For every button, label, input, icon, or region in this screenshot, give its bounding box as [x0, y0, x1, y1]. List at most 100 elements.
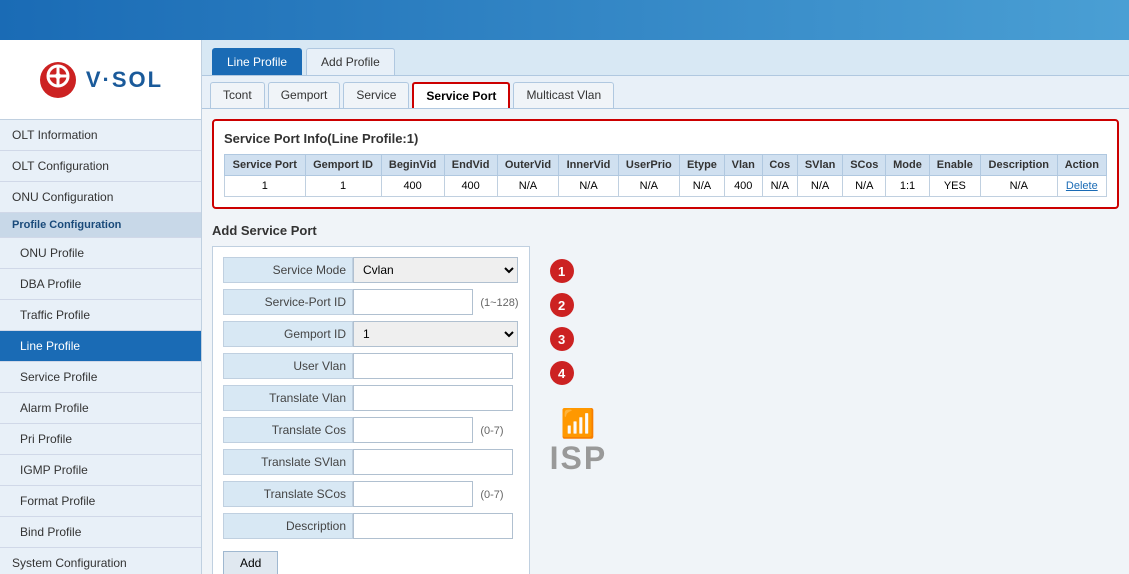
- form-row-description: Description N/A: [223, 513, 519, 539]
- sidebar-item-bind-profile[interactable]: Bind Profile: [0, 517, 201, 548]
- col-inner-vid: InnerVid: [559, 155, 618, 176]
- input-service-port-id: 2 (1~128): [353, 289, 519, 315]
- sub-tab-tcont[interactable]: Tcont: [210, 82, 265, 108]
- input-description: N/A: [353, 513, 519, 539]
- cell-scos: N/A: [843, 176, 886, 197]
- input-translate-svlan: N/A: [353, 449, 519, 475]
- sub-tab-service[interactable]: Service: [343, 82, 409, 108]
- cell-description: N/A: [980, 176, 1057, 197]
- label-service-port-id: Service-Port ID: [223, 289, 353, 315]
- cell-enable: YES: [929, 176, 980, 197]
- sidebar-item-line-profile[interactable]: Line Profile: [0, 331, 201, 362]
- cell-cos: N/A: [762, 176, 797, 197]
- input-translate-vlan: [353, 385, 519, 411]
- table-header-row: Service Port Gemport ID BeginVid EndVid …: [225, 155, 1107, 176]
- header: [0, 0, 1129, 40]
- sidebar-item-olt-config[interactable]: OLT Configuration: [0, 151, 201, 182]
- sidebar-item-alarm-profile[interactable]: Alarm Profile: [0, 393, 201, 424]
- col-cos: Cos: [762, 155, 797, 176]
- table-row: 1 1 400 400 N/A N/A N/A N/A 400 N/A N/A …: [225, 176, 1107, 197]
- translate-cos-input[interactable]: N/A: [353, 417, 473, 443]
- isp-graphic: 📶 ISP: [550, 407, 608, 477]
- step-3-badge: 3: [550, 327, 574, 351]
- step-2-badge: 2: [550, 293, 574, 317]
- translate-scos-input[interactable]: N/A: [353, 481, 473, 507]
- description-input[interactable]: N/A: [353, 513, 513, 539]
- sidebar-item-igmp-profile[interactable]: IGMP Profile: [0, 455, 201, 486]
- cell-action: Delete: [1057, 176, 1106, 197]
- tab-line-profile[interactable]: Line Profile: [212, 48, 302, 75]
- input-service-mode: Cvlan Svlan Transparent Tag: [353, 257, 519, 283]
- tab-add-profile[interactable]: Add Profile: [306, 48, 395, 75]
- sub-tab-service-port[interactable]: Service Port: [412, 82, 510, 108]
- content-area: Line Profile Add Profile Tcont Gemport S…: [202, 40, 1129, 574]
- logo-area: V·SOL: [0, 40, 201, 120]
- translate-vlan-input[interactable]: [353, 385, 513, 411]
- col-outer-vid: OuterVid: [497, 155, 559, 176]
- delete-link[interactable]: Delete: [1066, 180, 1098, 192]
- col-etype: Etype: [680, 155, 725, 176]
- col-gemport-id: Gemport ID: [305, 155, 381, 176]
- add-section-title: Add Service Port: [212, 223, 530, 238]
- gemport-id-select[interactable]: 1 2 3 4: [353, 321, 518, 347]
- col-begin-vid: BeginVid: [381, 155, 444, 176]
- sidebar-item-system-config[interactable]: System Configuration: [0, 548, 201, 574]
- service-port-id-hint: (1~128): [480, 297, 518, 309]
- sidebar-item-olt-info[interactable]: OLT Information: [0, 120, 201, 151]
- label-translate-vlan: Translate Vlan: [223, 385, 353, 411]
- sub-tab-gemport[interactable]: Gemport: [268, 82, 341, 108]
- label-translate-scos: Translate SCos: [223, 481, 353, 507]
- add-service-port-section: Add Service Port Service Mode Cvlan Svla…: [212, 223, 1119, 574]
- content-inner: Service Port Info(Line Profile:1) Servic…: [202, 109, 1129, 574]
- sidebar-section-profile-config: Profile Configuration: [0, 213, 201, 238]
- form-row-user-vlan: User Vlan: [223, 353, 519, 379]
- form-row-translate-cos: Translate Cos N/A (0-7): [223, 417, 519, 443]
- sidebar-item-traffic-profile[interactable]: Traffic Profile: [0, 300, 201, 331]
- sidebar-item-format-profile[interactable]: Format Profile: [0, 486, 201, 517]
- step-4-badge: 4: [550, 361, 574, 385]
- sidebar-item-service-profile[interactable]: Service Profile: [0, 362, 201, 393]
- sub-tab-multicast-vlan[interactable]: Multicast Vlan: [513, 82, 614, 108]
- cell-vlan: 400: [724, 176, 762, 197]
- cell-outer-vid: N/A: [497, 176, 559, 197]
- cell-service-port: 1: [225, 176, 306, 197]
- sidebar: V·SOL OLT Information OLT Configuration …: [0, 40, 202, 574]
- form-row-translate-vlan: Translate Vlan: [223, 385, 519, 411]
- label-description: Description: [223, 513, 353, 539]
- sidebar-item-dba-profile[interactable]: DBA Profile: [0, 269, 201, 300]
- form-row-service-port-id: Service-Port ID 2 (1~128): [223, 289, 519, 315]
- translate-svlan-input[interactable]: N/A: [353, 449, 513, 475]
- vsol-logo-icon: [38, 60, 78, 100]
- sidebar-item-onu-config[interactable]: ONU Configuration: [0, 182, 201, 213]
- col-vlan: Vlan: [724, 155, 762, 176]
- col-user-prio: UserPrio: [618, 155, 679, 176]
- step-1-badge: 1: [550, 259, 574, 283]
- input-translate-cos: N/A (0-7): [353, 417, 519, 443]
- service-port-id-input[interactable]: 2: [353, 289, 473, 315]
- form-row-translate-scos: Translate SCos N/A (0-7): [223, 481, 519, 507]
- input-user-vlan: [353, 353, 519, 379]
- label-translate-svlan: Translate SVlan: [223, 449, 353, 475]
- label-gemport-id: Gemport ID: [223, 321, 353, 347]
- cell-begin-vid: 400: [381, 176, 444, 197]
- cell-etype: N/A: [680, 176, 725, 197]
- sidebar-item-pri-profile[interactable]: Pri Profile: [0, 424, 201, 455]
- cell-gemport-id: 1: [305, 176, 381, 197]
- form-row-gemport-id: Gemport ID 1 2 3 4: [223, 321, 519, 347]
- add-button[interactable]: Add: [223, 551, 278, 574]
- service-mode-select[interactable]: Cvlan Svlan Transparent Tag: [353, 257, 518, 283]
- col-mode: Mode: [886, 155, 930, 176]
- user-vlan-input[interactable]: [353, 353, 513, 379]
- col-action: Action: [1057, 155, 1106, 176]
- cell-user-prio: N/A: [618, 176, 679, 197]
- isp-text: ISP: [550, 440, 608, 477]
- col-scos: SCos: [843, 155, 886, 176]
- logo-text: V·SOL: [86, 67, 163, 93]
- service-port-info-box: Service Port Info(Line Profile:1) Servic…: [212, 119, 1119, 209]
- col-svlan: SVlan: [797, 155, 842, 176]
- label-translate-cos: Translate Cos: [223, 417, 353, 443]
- wifi-icon: 📶: [561, 407, 596, 440]
- input-gemport-id: 1 2 3 4: [353, 321, 519, 347]
- service-port-table: Service Port Gemport ID BeginVid EndVid …: [224, 154, 1107, 197]
- sidebar-item-onu-profile[interactable]: ONU Profile: [0, 238, 201, 269]
